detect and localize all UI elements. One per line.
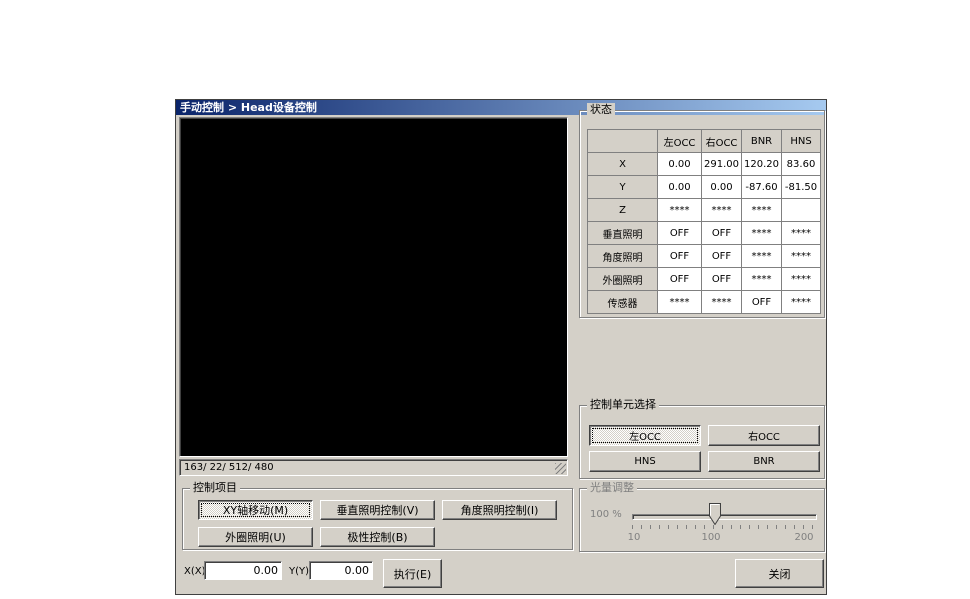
cell: OFF (701, 221, 742, 245)
status-group: 状态 左OCC 右OCC BNR HNS X 0.00 291.00 120.2… (579, 103, 825, 318)
light-adjust-group-label: 光量调整 (587, 481, 637, 495)
cell: 120.20 (741, 152, 782, 176)
table-header-row: 左OCC 右OCC BNR HNS (587, 129, 821, 153)
cell: OFF (657, 221, 702, 245)
cell: -81.50 (781, 175, 821, 199)
row-label: Z (587, 198, 658, 222)
close-button[interactable]: 关闭 (735, 559, 824, 588)
table-row-y: Y 0.00 0.00 -87.60 -81.50 (587, 175, 821, 199)
y-input[interactable] (309, 561, 373, 580)
table-row-sensor: 传感器 **** **** OFF **** (587, 290, 821, 314)
light-tick-max: 200 (794, 532, 814, 543)
row-label: 外圈照明 (587, 267, 658, 291)
x-label: X(X) (184, 566, 206, 577)
light-tick-min: 10 (627, 532, 641, 543)
y-label: Y(Y) (289, 566, 310, 577)
cell: **** (741, 267, 782, 291)
table-row-vertical-light: 垂直照明 OFF OFF **** **** (587, 221, 821, 245)
row-label: 角度照明 (587, 244, 658, 268)
status-group-label: 状态 (587, 103, 615, 117)
camera-view (179, 117, 568, 457)
angle-light-button[interactable]: 角度照明控制(I) (442, 500, 557, 520)
cell: 291.00 (701, 152, 742, 176)
cell: **** (701, 290, 742, 314)
polarity-button[interactable]: 极性控制(B) (320, 527, 435, 547)
light-adjust-group: 光量调整 100 % 10 100 200 (579, 481, 825, 552)
unit-bnr-button[interactable]: BNR (708, 451, 820, 472)
cell: OFF (741, 290, 782, 314)
col-header-hns: HNS (781, 129, 821, 153)
head-control-dialog: 手动控制 > Head设备控制 163/ 22/ 512/ 480 状态 左OC… (175, 99, 827, 595)
cell: OFF (701, 244, 742, 268)
table-row-x: X 0.00 291.00 120.20 83.60 (587, 152, 821, 176)
cell: OFF (701, 267, 742, 291)
x-input[interactable] (204, 561, 282, 580)
dialog-title: 手动控制 > Head设备控制 (180, 101, 317, 114)
unit-right-occ-button[interactable]: 右OCC (708, 425, 820, 446)
row-label: 垂直照明 (587, 221, 658, 245)
row-label: Y (587, 175, 658, 199)
control-items-group: 控制项目 XY轴移动(M) 垂直照明控制(V) 角度照明控制(I) 外圈照明(U… (182, 481, 573, 550)
cell: OFF (657, 244, 702, 268)
light-value-label: 100 % (590, 509, 622, 520)
light-slider-ticks (632, 525, 816, 529)
light-tick-mid: 100 (701, 532, 721, 543)
col-header (587, 129, 658, 153)
camera-status-bar: 163/ 22/ 512/ 480 (179, 459, 568, 476)
cell: 83.60 (781, 152, 821, 176)
control-items-group-label: 控制项目 (190, 481, 240, 495)
cell: -87.60 (741, 175, 782, 199)
cell: **** (781, 244, 821, 268)
camera-status-text: 163/ 22/ 512/ 480 (184, 462, 274, 473)
row-label: 传感器 (587, 290, 658, 314)
cell: **** (781, 267, 821, 291)
table-row-z: Z **** **** **** (587, 198, 821, 222)
xy-move-button[interactable]: XY轴移动(M) (198, 500, 313, 520)
table-row-angle-light: 角度照明 OFF OFF **** **** (587, 244, 821, 268)
unit-left-occ-button[interactable]: 左OCC (589, 425, 701, 446)
light-slider-thumb (709, 503, 721, 525)
cell: **** (741, 221, 782, 245)
cell: **** (657, 290, 702, 314)
cell: **** (781, 290, 821, 314)
cell: **** (781, 221, 821, 245)
unit-select-group-label: 控制单元选择 (587, 398, 659, 412)
row-label: X (587, 152, 658, 176)
col-header-left-occ: 左OCC (657, 129, 702, 153)
cell: **** (741, 198, 782, 222)
outer-ring-light-button[interactable]: 外圈照明(U) (198, 527, 313, 547)
cell: 0.00 (657, 175, 702, 199)
light-slider-track (632, 514, 817, 520)
cell: 0.00 (701, 175, 742, 199)
cell: OFF (657, 267, 702, 291)
resize-grip-icon[interactable] (555, 463, 566, 474)
unit-hns-button[interactable]: HNS (589, 451, 701, 472)
cell: 0.00 (657, 152, 702, 176)
col-header-right-occ: 右OCC (701, 129, 742, 153)
table-row-outer-light: 外圈照明 OFF OFF **** **** (587, 267, 821, 291)
status-table: 左OCC 右OCC BNR HNS X 0.00 291.00 120.20 8… (587, 129, 821, 314)
cell: **** (741, 244, 782, 268)
cell: **** (701, 198, 742, 222)
unit-select-group: 控制单元选择 左OCC 右OCC HNS BNR (579, 398, 825, 479)
cell (781, 198, 821, 222)
cell: **** (657, 198, 702, 222)
execute-button[interactable]: 执行(E) (383, 559, 442, 588)
vertical-light-button[interactable]: 垂直照明控制(V) (320, 500, 435, 520)
col-header-bnr: BNR (741, 129, 782, 153)
